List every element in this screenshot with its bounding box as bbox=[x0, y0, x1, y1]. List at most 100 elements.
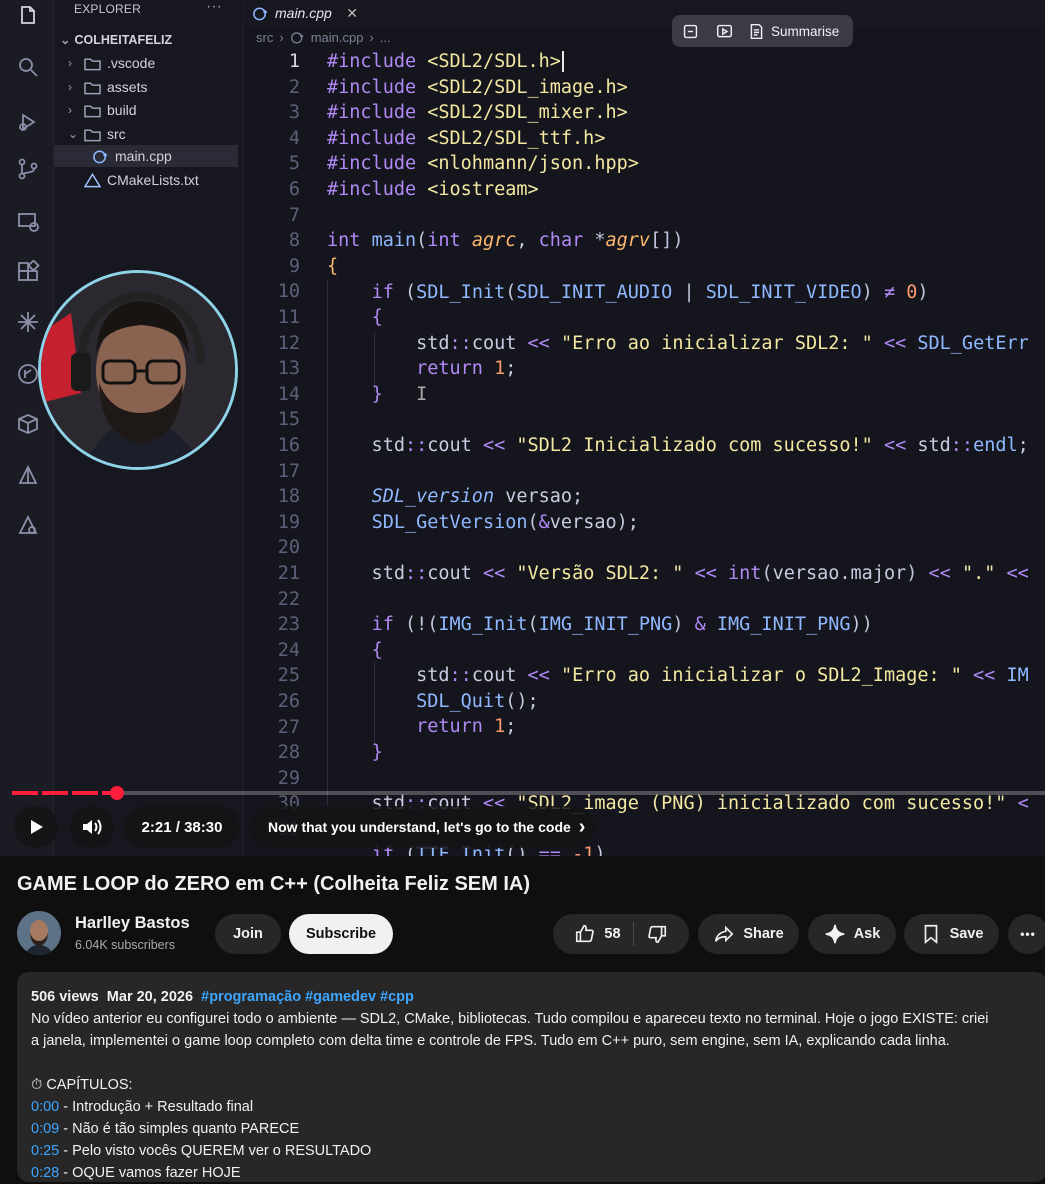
cpp-file-icon bbox=[290, 32, 304, 44]
subscribe-button[interactable]: Subscribe bbox=[289, 914, 393, 954]
save-label: Save bbox=[949, 926, 984, 942]
activity-bar bbox=[0, 0, 54, 856]
dislike-button[interactable] bbox=[634, 914, 680, 954]
code-line: return 1; bbox=[416, 358, 517, 379]
chapter-timestamp-link[interactable]: 0:25 bbox=[31, 1143, 59, 1159]
chevron-right-icon: › bbox=[68, 103, 72, 117]
sparkle-icon[interactable] bbox=[14, 308, 42, 336]
chapter-timestamp-link[interactable]: 0:09 bbox=[31, 1121, 59, 1137]
chapter-timestamp-link[interactable]: 0:00 bbox=[31, 1099, 59, 1115]
progress-scrubber[interactable] bbox=[110, 786, 124, 800]
line-number: 25 bbox=[277, 665, 300, 687]
package-icon[interactable] bbox=[14, 410, 42, 438]
progress-bar[interactable] bbox=[12, 786, 1045, 800]
line-number: 20 bbox=[277, 537, 300, 559]
code-line: #include <SDL2/SDL_mixer.h> bbox=[327, 102, 628, 123]
share-icon bbox=[715, 925, 734, 943]
chapter-entry-text: - Não é tão simples quanto PARECE bbox=[59, 1121, 300, 1137]
root-folder-label: COLHEITAFELIZ bbox=[74, 33, 173, 47]
breadcrumb-separator: › bbox=[279, 30, 284, 45]
breadcrumb: src › main.cpp › ... bbox=[256, 30, 391, 45]
line-number: 7 bbox=[288, 204, 300, 226]
volume-button[interactable] bbox=[70, 806, 114, 848]
summarise-button[interactable]: Summarise bbox=[748, 23, 839, 40]
line-number: 15 bbox=[277, 409, 300, 431]
chapter-button[interactable]: Now that you understand, let's go to the… bbox=[250, 806, 595, 848]
description-meta: 506 views Mar 20, 2026 #programação #gam… bbox=[31, 986, 1033, 1008]
code-line: #include <SDL2/SDL.h> bbox=[327, 51, 564, 72]
description-box[interactable]: 506 views Mar 20, 2026 #programação #gam… bbox=[17, 972, 1045, 1182]
code-line: #include <iostream> bbox=[327, 179, 539, 200]
summarise-icon bbox=[750, 23, 763, 39]
chapter-title: Now that you understand, let's go to the… bbox=[268, 819, 571, 835]
line-number: 6 bbox=[288, 179, 300, 200]
video-player[interactable]: EXPLORER ··· ⌄ COLHEITAFELIZ › .vscode › … bbox=[0, 0, 1045, 856]
explorer-header: EXPLORER bbox=[74, 2, 141, 16]
play-button[interactable] bbox=[14, 806, 58, 848]
tree-item-src[interactable]: ⌄ src bbox=[68, 123, 126, 145]
code-line: std::cout << "Erro ao inicializar SDL2: … bbox=[327, 333, 1029, 354]
explorer-root-folder[interactable]: ⌄ COLHEITAFELIZ bbox=[60, 32, 172, 47]
code-line: std::cout << "SDL2 Inicializado com suce… bbox=[327, 435, 1029, 456]
tree-item-assets[interactable]: › assets bbox=[68, 76, 147, 98]
tree-item-cmakelists[interactable]: CMakeLists.txt bbox=[84, 169, 199, 191]
line-number: 13 bbox=[277, 358, 300, 380]
more-actions-button[interactable]: ••• bbox=[1008, 914, 1045, 954]
deploy-icon[interactable] bbox=[14, 462, 42, 490]
time-display: 2:21 / 38:30 bbox=[124, 806, 240, 848]
chapter-timestamp-link[interactable]: 0:28 bbox=[31, 1165, 59, 1181]
like-dislike-bar: 58 bbox=[553, 914, 689, 954]
tree-item-vscode[interactable]: › .vscode bbox=[68, 52, 155, 74]
breadcrumb-file[interactable]: main.cpp bbox=[311, 30, 364, 45]
line-number: 9 bbox=[288, 255, 300, 277]
code-line: int main(int agrc, char *agrv[]) bbox=[327, 230, 684, 251]
breadcrumb-src[interactable]: src bbox=[256, 30, 273, 45]
chapter-entry: 0:28 - OQUE vamos fazer HOJE bbox=[31, 1162, 1033, 1184]
video-play-icon[interactable] bbox=[714, 21, 734, 41]
folder-icon bbox=[84, 104, 101, 117]
like-button[interactable]: 58 bbox=[562, 914, 632, 954]
tab-close-icon[interactable]: ✕ bbox=[346, 5, 358, 22]
code-editor[interactable]: 1 2 3 4 5 6 7 8 9 10 11 12 13 14 15 16 17 18 19 20 21 22 23 24 2… bbox=[244, 50, 1045, 856]
save-button[interactable]: Save bbox=[904, 914, 999, 954]
tree-item-label: main.cpp bbox=[115, 148, 172, 164]
chevron-right-icon: › bbox=[578, 815, 586, 838]
subscriber-count: 6.04K subscribers bbox=[75, 938, 176, 952]
source-control-icon[interactable] bbox=[14, 155, 42, 183]
run-debug-icon[interactable] bbox=[14, 108, 42, 136]
hashtags[interactable]: #programação #gamedev #cpp bbox=[201, 989, 414, 1005]
code-line: } bbox=[371, 742, 383, 763]
search-icon[interactable] bbox=[14, 53, 42, 81]
line-number: 2 bbox=[288, 76, 300, 98]
breadcrumb-more[interactable]: ... bbox=[380, 30, 391, 45]
tree-item-build[interactable]: › build bbox=[68, 99, 137, 121]
channel-avatar[interactable] bbox=[17, 911, 61, 955]
join-button[interactable]: Join bbox=[215, 914, 281, 954]
cloud-triangle-icon[interactable] bbox=[14, 512, 42, 540]
tree-item-main-cpp[interactable]: main.cpp bbox=[54, 145, 238, 167]
description-text: No vídeo anterior eu configurei todo o a… bbox=[31, 1011, 989, 1027]
chapter-entry-text: - Pelo visto vocês QUEREM ver o RESULTAD… bbox=[59, 1143, 372, 1159]
share-button[interactable]: Share bbox=[698, 914, 799, 954]
code-line: { bbox=[371, 640, 383, 661]
video-title: GAME LOOP do ZERO em C++ (Colheita Feliz… bbox=[17, 873, 531, 895]
line-number: 28 bbox=[277, 742, 300, 764]
sparkle-icon bbox=[825, 924, 844, 944]
view-count: 506 views bbox=[31, 989, 99, 1005]
tree-item-label: .vscode bbox=[107, 55, 156, 71]
floating-toolbar: Summarise bbox=[672, 15, 853, 47]
copy-window-icon[interactable] bbox=[680, 21, 700, 41]
extensions-icon[interactable] bbox=[14, 258, 42, 286]
remote-explorer-icon[interactable] bbox=[14, 208, 42, 236]
tree-item-label: build bbox=[107, 102, 137, 118]
explorer-more-button[interactable]: ··· bbox=[206, 0, 222, 16]
chapter-entry: 0:25 - Pelo visto vocês QUEREM ver o RES… bbox=[31, 1140, 1033, 1162]
chevron-down-icon: ⌄ bbox=[60, 33, 71, 47]
chapter-entry: 0:00 - Introdução + Resultado final bbox=[31, 1096, 1033, 1118]
files-icon[interactable] bbox=[14, 2, 42, 30]
chevron-right-icon: › bbox=[68, 56, 72, 70]
channel-name[interactable]: Harlley Bastos bbox=[75, 914, 190, 933]
tab-main-cpp[interactable]: main.cpp ✕ bbox=[244, 0, 366, 26]
ask-button[interactable]: Ask bbox=[808, 914, 896, 954]
line-number: 16 bbox=[277, 435, 300, 456]
